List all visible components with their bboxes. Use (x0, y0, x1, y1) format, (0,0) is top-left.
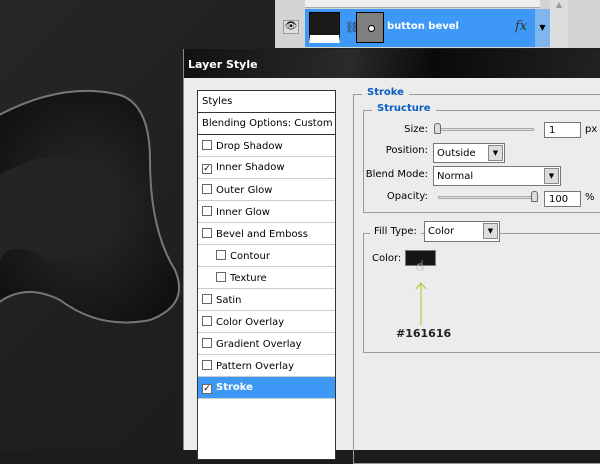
stroke-title: Stroke (362, 87, 409, 98)
style-item-label: Outer Glow (216, 185, 273, 196)
style-item-label: Texture (230, 273, 267, 284)
checkbox[interactable]: ✓ (202, 164, 212, 174)
layers-panel: 👁 ⛓ button bevel fx ▼ ▲ (275, 0, 600, 48)
blend-mode-value: Normal (437, 171, 474, 182)
style-item-label: Inner Glow (216, 207, 270, 218)
checkbox[interactable] (202, 360, 212, 370)
layer-row-above[interactable] (305, 0, 540, 8)
size-input[interactable]: 1 (544, 122, 581, 138)
style-item-bevel-and-emboss[interactable]: Bevel and Emboss (198, 223, 335, 245)
checkbox[interactable] (216, 250, 226, 260)
style-item-satin[interactable]: Satin (198, 289, 335, 311)
expand-effects-arrow-icon[interactable]: ▼ (535, 9, 550, 47)
layer-name: button bevel (387, 21, 459, 32)
styles-list: Styles Blending Options: Custom Drop Shado… (197, 90, 336, 460)
layer-row-button-bevel[interactable]: ⛓ button bevel fx ▼ (305, 9, 550, 47)
layer-mask-thumbnail[interactable] (356, 12, 384, 43)
opacity-unit: % (585, 192, 595, 203)
checkbox[interactable] (216, 272, 226, 282)
style-item-contour[interactable]: Contour (198, 245, 335, 267)
layer-style-dialog: Layer Style Styles Blending Options: Cust… (183, 49, 600, 464)
style-item-label: Satin (216, 295, 242, 306)
style-item-label: Contour (230, 251, 270, 262)
position-label: Position: (385, 145, 428, 156)
position-value: Outside (437, 148, 476, 159)
chevron-down-icon: ▼ (544, 168, 559, 184)
style-item-pattern-overlay[interactable]: Pattern Overlay (198, 355, 335, 377)
layer-thumbnail (309, 12, 340, 43)
style-item-inner-glow[interactable]: Inner Glow (198, 201, 335, 223)
style-item-gradient-overlay[interactable]: Gradient Overlay (198, 333, 335, 355)
fx-icon[interactable]: fx (515, 19, 527, 34)
color-hex-annotation: #161616 (396, 327, 452, 340)
fill-type-select[interactable]: Color ▼ (424, 221, 500, 242)
size-slider[interactable] (434, 128, 534, 131)
dialog-title: Layer Style (184, 49, 600, 78)
style-item-stroke[interactable]: ✓ Stroke (198, 377, 335, 399)
checkbox[interactable] (202, 184, 212, 194)
style-item-drop-shadow[interactable]: Drop Shadow (198, 135, 335, 157)
style-item-styles[interactable]: Styles (198, 91, 335, 113)
size-slider-handle[interactable] (434, 123, 441, 134)
chevron-down-icon: ▼ (488, 145, 503, 161)
style-item-label: Styles (202, 96, 233, 107)
structure-title: Structure (372, 103, 436, 114)
hand-cursor-icon: ☝ (416, 259, 424, 274)
style-item-label: Blending Options: Custom (202, 118, 333, 129)
fill-type-label: Fill Type: (370, 226, 421, 237)
annotation-arrow (415, 282, 427, 325)
size-label: Size: (404, 124, 428, 135)
style-item-label: Bevel and Emboss (216, 229, 308, 240)
blend-mode-select[interactable]: Normal ▼ (433, 166, 561, 186)
opacity-slider[interactable] (438, 196, 538, 199)
size-unit: px (585, 124, 598, 135)
style-item-label: Color Overlay (216, 317, 285, 328)
opacity-input[interactable]: 100 (544, 191, 581, 207)
position-select[interactable]: Outside ▼ (433, 143, 505, 163)
fill-type-value: Color (428, 226, 455, 237)
checkbox[interactable]: ✓ (202, 384, 212, 394)
button-shape-artwork (0, 89, 180, 324)
checkbox[interactable] (202, 316, 212, 326)
style-item-inner-shadow[interactable]: ✓ Inner Shadow (198, 157, 335, 179)
layers-scrollbar[interactable]: ▲ (550, 0, 568, 48)
style-item-color-overlay[interactable]: Color Overlay (198, 311, 335, 333)
chevron-down-icon: ▼ (483, 223, 498, 239)
style-item-label: Stroke (216, 382, 253, 393)
style-item-label: Drop Shadow (216, 141, 283, 152)
style-item-blending-options-custom[interactable]: Blending Options: Custom (198, 113, 335, 135)
checkbox[interactable] (202, 140, 212, 150)
checkbox[interactable] (202, 294, 212, 304)
opacity-slider-handle[interactable] (531, 191, 538, 202)
style-item-label: Inner Shadow (216, 162, 285, 173)
style-item-texture[interactable]: Texture (198, 267, 335, 289)
blend-mode-label: Blend Mode: (365, 169, 428, 180)
style-item-label: Pattern Overlay (216, 361, 295, 372)
style-item-outer-glow[interactable]: Outer Glow (198, 179, 335, 201)
color-label: Color: (372, 253, 402, 264)
checkbox[interactable] (202, 206, 212, 216)
checkbox[interactable] (202, 338, 212, 348)
visibility-eye-icon[interactable]: 👁 (283, 20, 299, 34)
style-item-label: Gradient Overlay (216, 339, 302, 350)
opacity-label: Opacity: (386, 191, 428, 202)
checkbox[interactable] (202, 228, 212, 238)
